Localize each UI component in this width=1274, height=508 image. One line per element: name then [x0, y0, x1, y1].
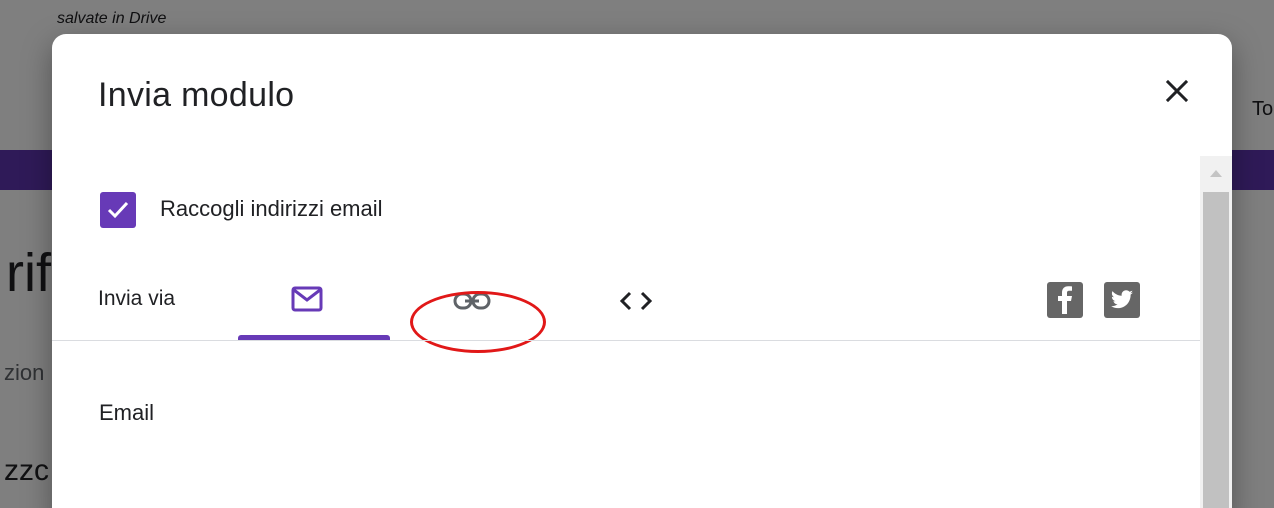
twitter-share-button[interactable]: [1104, 282, 1140, 318]
embed-code-icon: [619, 291, 653, 311]
tabs-divider: [52, 340, 1200, 341]
checkmark-icon: [107, 201, 129, 219]
email-section-label: Email: [99, 400, 155, 425]
close-icon: [1165, 79, 1189, 103]
collect-emails-label: Raccogli indirizzi email: [160, 196, 383, 221]
send-form-dialog: Invia modulo Raccogli indirizzi email In…: [52, 34, 1232, 508]
facebook-share-button[interactable]: [1047, 282, 1083, 318]
close-button[interactable]: [1160, 74, 1194, 108]
tab-embed[interactable]: [566, 266, 706, 340]
dialog-title: Invia modulo: [98, 76, 295, 114]
send-via-label: Invia via: [98, 287, 176, 310]
facebook-icon: [1058, 286, 1072, 314]
scroll-up-icon[interactable]: [1210, 170, 1222, 177]
scrollbar-thumb[interactable]: [1203, 192, 1229, 508]
tab-email[interactable]: [238, 266, 390, 340]
envelope-icon: [291, 286, 323, 312]
twitter-icon: [1111, 290, 1133, 309]
dialog-scrollbar[interactable]: [1200, 156, 1232, 508]
collect-emails-checkbox[interactable]: [100, 192, 136, 228]
link-tab-highlight: [410, 291, 546, 353]
